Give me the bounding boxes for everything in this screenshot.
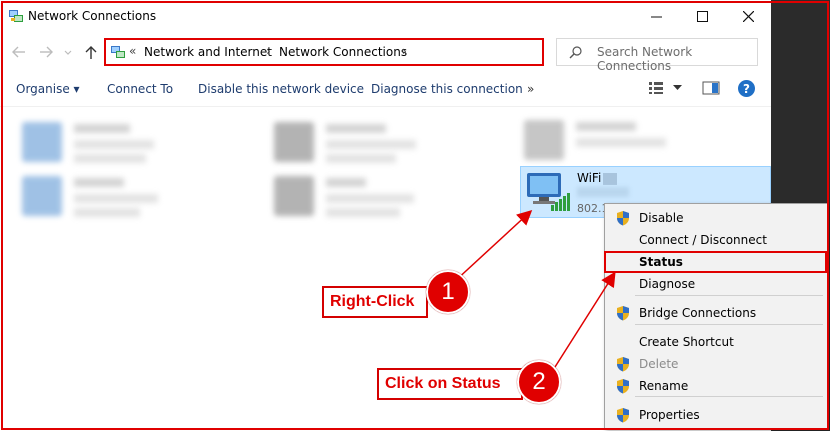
diagnose-connection-button[interactable]: Diagnose this connection [371,82,523,96]
title-bar: Network Connections [0,0,771,33]
uac-shield-icon [617,379,629,394]
search-icon [569,46,582,59]
step-1-badge: 1 [426,270,470,314]
network-item-blurred-2[interactable] [274,122,416,163]
breadcrumb-separator[interactable]: › [266,44,271,58]
help-icon: ? [743,81,750,96]
close-button[interactable] [725,0,771,32]
close-icon [742,10,754,22]
right-click-callout: Right-Click [322,286,428,318]
network-connections-icon [9,10,23,22]
command-bar: Organise ▾ Connect To Disable this netwo… [0,72,771,106]
menu-item-label: Diagnose [639,277,696,291]
network-item-blurred-5[interactable] [274,176,414,217]
view-options-icon[interactable] [648,81,664,95]
up-button[interactable] [82,43,100,61]
screenshot-frame: Network Connections « Network and Intern… [0,0,830,431]
menu-item-delete: Delete [605,353,827,375]
status-highlight-box [604,251,827,273]
back-button[interactable] [10,43,28,61]
network-item-blurred-1[interactable] [22,122,154,163]
minimize-icon [650,16,662,17]
maximize-icon [696,10,708,22]
menu-item-diagnose[interactable]: Diagnose [605,273,827,295]
breadcrumb-overflow[interactable]: « [129,44,136,58]
forward-button[interactable] [37,43,55,61]
menu-item-label: Bridge Connections [639,306,757,320]
menu-item-rename[interactable]: Rename [605,375,827,397]
menu-item-create-shortcut[interactable]: Create Shortcut [605,331,827,353]
context-menu: Disable Connect / Disconnect Status Diagnos… [604,203,828,429]
maximize-button[interactable] [679,0,725,32]
menu-item-label: Delete [639,357,679,371]
more-commands-button[interactable]: » [527,82,534,96]
breadcrumb-network-connections[interactable]: Network Connections [279,45,407,59]
menu-separator [635,295,823,296]
search-placeholder: Search Network Connections [597,45,693,73]
connect-to-button[interactable]: Connect To [107,82,173,96]
uac-shield-icon [617,408,629,423]
wifi-name-redaction [603,173,617,185]
menu-item-properties[interactable]: Properties [605,404,827,426]
search-box[interactable]: Search Network Connections [556,38,758,73]
address-bar[interactable]: « Network and Internet › Network Connect… [104,38,636,66]
menu-separator [635,324,823,325]
menu-item-label: Properties [639,408,700,422]
step-2-number: 2 [532,368,546,395]
minimize-button[interactable] [633,0,679,32]
menu-item-bridge-connections[interactable]: Bridge Connections [605,302,827,324]
organise-button[interactable]: Organise ▾ [16,82,80,96]
uac-shield-icon [617,357,629,372]
menu-item-label: Rename [639,379,689,393]
step-2-badge: 2 [517,360,561,404]
menu-item-connect-disconnect[interactable]: Connect / Disconnect [605,229,827,251]
uac-shield-icon [617,306,629,321]
network-item-blurred-3[interactable] [524,120,666,160]
menu-item-label: Disable [639,211,684,225]
view-dropdown-icon[interactable] [673,85,682,91]
help-button[interactable]: ? [738,80,755,97]
uac-shield-icon [617,211,629,226]
network-item-blurred-4[interactable] [22,176,158,217]
wifi-adapter-icon [527,173,570,211]
window-title: Network Connections [28,9,157,23]
forward-arrow-icon [40,46,53,58]
network-folder-icon [111,46,125,58]
wifi-name: WiFi [577,171,602,185]
command-bar-divider [0,106,771,107]
preview-pane-icon[interactable] [702,81,720,95]
menu-item-disable[interactable]: Disable [605,207,827,229]
menu-separator [635,396,823,397]
menu-item-label: Connect / Disconnect [639,233,767,247]
disable-device-button[interactable]: Disable this network device [198,82,364,96]
recent-locations-button[interactable] [62,43,74,61]
breadcrumb-network-and-internet[interactable]: Network and Internet [144,45,272,59]
up-arrow-icon [85,46,97,59]
menu-item-label: Create Shortcut [639,335,734,349]
chevron-down-icon [64,50,72,55]
wifi-network-redaction [577,187,629,197]
click-status-label: Click on Status [385,375,501,392]
right-click-label: Right-Click [330,293,415,310]
breadcrumb-separator-end[interactable]: › [402,44,407,58]
step-1-number: 1 [441,278,455,305]
back-arrow-icon [12,46,25,58]
click-status-callout: Click on Status [377,368,523,400]
